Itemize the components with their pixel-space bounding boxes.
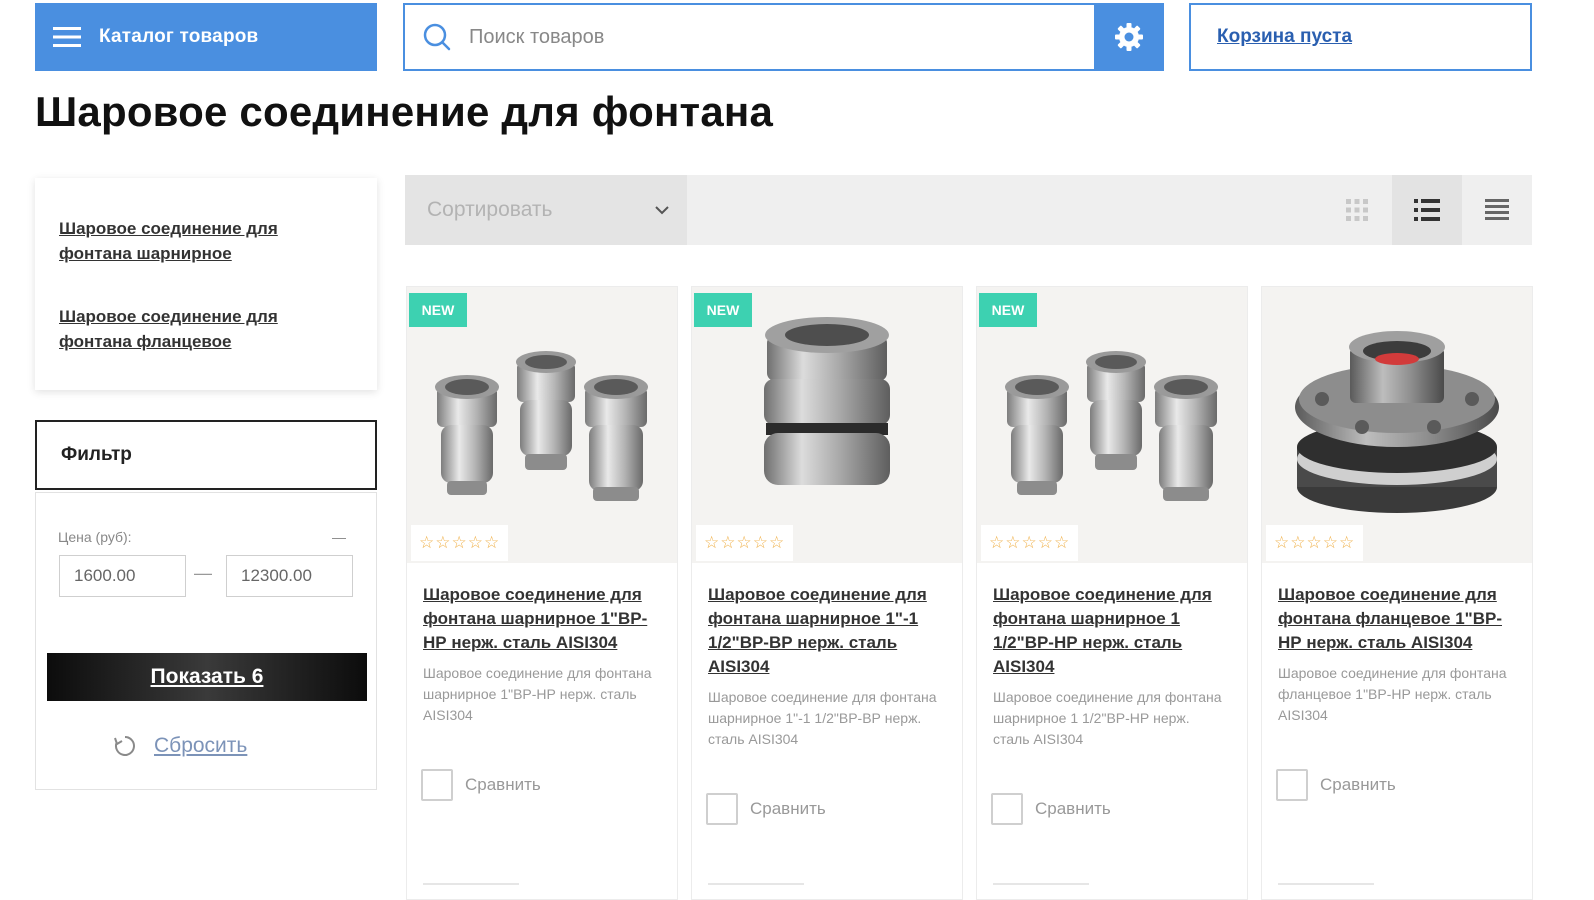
divider: [993, 883, 1089, 885]
sort-dropdown[interactable]: Сортировать: [405, 175, 687, 245]
product-description: Шаровое соединение для фонтана шарнирное…: [993, 689, 1222, 747]
product-card[interactable]: NEW ☆☆☆☆☆ Шаровое соединение для фонтана…: [691, 286, 963, 900]
product-description: Шаровое соединение для фонтана шарнирное…: [708, 689, 937, 747]
product-card[interactable]: NEW ☆☆☆☆☆ Шаровое соединение для фонтана…: [406, 286, 678, 900]
steel-ball-joints-image: [1005, 351, 1218, 501]
checkbox-box[interactable]: [991, 793, 1023, 825]
steel-ball-joint-image: [764, 317, 890, 485]
compare-checkbox[interactable]: Сравнить: [1276, 769, 1396, 801]
rating-stars: ☆☆☆☆☆: [981, 525, 1079, 561]
product-image[interactable]: NEW ☆☆☆☆☆: [977, 287, 1247, 563]
rating-stars: ☆☆☆☆☆: [1266, 525, 1364, 561]
catalog-button-label: Каталог товаров: [99, 26, 259, 47]
compare-label: Сравнить: [465, 775, 541, 794]
compare-label: Сравнить: [1320, 775, 1396, 794]
reset-filter-button[interactable]: Сбросить: [112, 733, 247, 759]
subcategory-list: Шаровое соединение для фонтана шарнирное…: [35, 178, 377, 390]
grid-view-icon: [1346, 199, 1368, 221]
product-card[interactable]: ☆☆☆☆☆ Шаровое соединение для фонтана фла…: [1261, 286, 1533, 900]
product-image[interactable]: NEW ☆☆☆☆☆: [692, 287, 962, 563]
divider: [708, 883, 804, 885]
steel-ball-joints-image: [435, 351, 648, 501]
reset-filter-label: Сбросить: [154, 734, 248, 757]
show-results-button[interactable]: Показать 6: [47, 653, 367, 701]
new-badge: NEW: [409, 293, 467, 327]
price-range-dash: —: [194, 563, 212, 583]
price-label: Цена (руб):: [58, 529, 132, 545]
chevron-down-icon: [655, 206, 669, 215]
gear-icon: [1115, 23, 1143, 51]
new-badge: NEW: [694, 293, 752, 327]
flanged-ball-joint-image: [1295, 331, 1499, 513]
divider: [423, 883, 519, 885]
product-title[interactable]: Шаровое соединение для фонтана шарнирное…: [708, 583, 944, 679]
price-collapse-toggle[interactable]: —: [332, 529, 346, 545]
menu-icon: [35, 26, 99, 48]
product-description: Шаровое соединение для фонтана фланцевое…: [1278, 665, 1507, 723]
product-image[interactable]: ☆☆☆☆☆: [1262, 287, 1532, 563]
reset-icon: [114, 736, 135, 756]
checkbox-box[interactable]: [1276, 769, 1308, 801]
cart-link[interactable]: Корзина пуста: [1217, 26, 1352, 48]
subcategory-link-flanged[interactable]: Шаровое соединение для фонтана фланцевое: [59, 304, 299, 354]
search-input[interactable]: [469, 5, 1094, 69]
compare-checkbox[interactable]: Сравнить: [421, 769, 541, 801]
product-title[interactable]: Шаровое соединение для фонтана фланцевое…: [1278, 583, 1514, 655]
rating-stars: ☆☆☆☆☆: [411, 525, 509, 561]
page-title: Шаровое соединение для фонтана: [35, 88, 774, 135]
product-title[interactable]: Шаровое соединение для фонтана шарнирное…: [993, 583, 1229, 679]
compare-label: Сравнить: [1035, 799, 1111, 818]
compare-checkbox[interactable]: Сравнить: [991, 793, 1111, 825]
product-title[interactable]: Шаровое соединение для фонтана шарнирное…: [423, 583, 659, 655]
new-badge: NEW: [979, 293, 1037, 327]
search-icon: [405, 22, 469, 52]
product-description: Шаровое соединение для фонтана шарнирное…: [423, 665, 652, 723]
product-card[interactable]: NEW ☆☆☆☆☆ Шаровое соединение для фонтана…: [976, 286, 1248, 900]
filter-header[interactable]: Фильтр: [35, 420, 377, 490]
search-settings-button[interactable]: [1094, 3, 1164, 71]
grid-view-button[interactable]: [1322, 175, 1392, 245]
table-view-button[interactable]: [1462, 175, 1532, 245]
divider: [1278, 883, 1374, 885]
filter-panel: Цена (руб): — — Показать 6 Сбросить: [35, 492, 377, 790]
rating-stars: ☆☆☆☆☆: [696, 525, 794, 561]
compare-label: Сравнить: [750, 799, 826, 818]
sort-dropdown-label: Сортировать: [427, 198, 553, 221]
subcategory-link-hinged[interactable]: Шаровое соединение для фонтана шарнирное: [59, 216, 299, 266]
product-image[interactable]: NEW ☆☆☆☆☆: [407, 287, 677, 563]
list-view-icon: [1414, 199, 1440, 221]
checkbox-box[interactable]: [706, 793, 738, 825]
price-from-input[interactable]: [59, 555, 186, 597]
table-view-icon: [1485, 199, 1509, 220]
cart-widget: Корзина пуста: [1189, 3, 1532, 71]
search-bar: [403, 3, 1164, 71]
compare-checkbox[interactable]: Сравнить: [706, 793, 826, 825]
catalog-button[interactable]: Каталог товаров: [35, 3, 377, 71]
catalog-toolbar: Сортировать: [405, 175, 1532, 245]
price-to-input[interactable]: [226, 555, 353, 597]
checkbox-box[interactable]: [421, 769, 453, 801]
list-view-button[interactable]: [1392, 175, 1462, 245]
